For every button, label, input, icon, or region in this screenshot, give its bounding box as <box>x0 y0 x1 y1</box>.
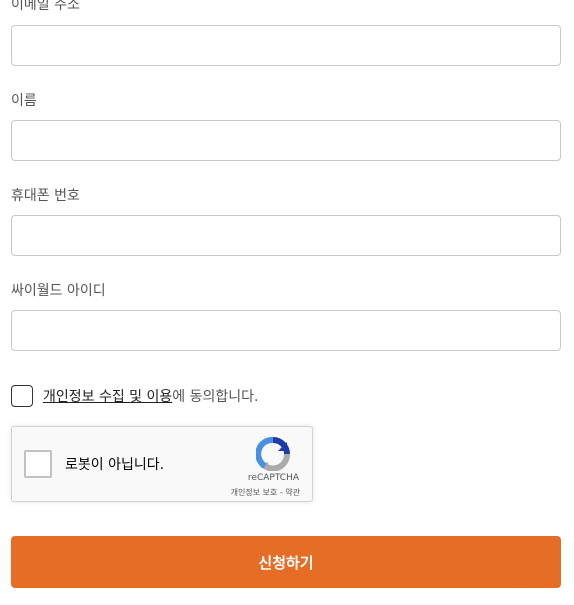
cyworld-id-input[interactable] <box>11 310 561 351</box>
recaptcha-checkbox[interactable] <box>24 450 52 478</box>
cyworld-id-label: 싸이월드 아이디 <box>11 283 106 299</box>
recaptcha-widget: 로봇이 아닙니다. reCAPTCHA 개인정보 보호 - 약관 <box>11 426 313 502</box>
phone-input[interactable] <box>11 215 561 256</box>
consent-row: 개인정보 수집 및 이용에 동의합니다. <box>11 383 258 408</box>
phone-label: 휴대폰 번호 <box>11 188 80 204</box>
consent-suffix: 에 동의합니다. <box>172 388 259 405</box>
consent-checkbox[interactable] <box>11 384 33 407</box>
recaptcha-brand: reCAPTCHA <box>247 473 299 483</box>
recaptcha-terms-link[interactable]: 약관 <box>285 488 300 497</box>
name-input[interactable] <box>11 120 561 161</box>
recaptcha-privacy-link[interactable]: 개인정보 보호 <box>231 488 278 497</box>
email-label: 이메일 주소 <box>11 0 80 13</box>
privacy-collection-link[interactable]: 개인정보 수집 및 이용 <box>43 389 172 405</box>
email-input[interactable] <box>11 25 561 66</box>
recaptcha-label: 로봇이 아닙니다. <box>65 457 165 473</box>
recaptcha-links: 개인정보 보호 - 약관 <box>231 487 300 498</box>
name-label: 이름 <box>11 93 37 109</box>
submit-button[interactable]: 신청하기 <box>11 536 561 588</box>
consent-text: 개인정보 수집 및 이용에 동의합니다. <box>43 386 258 406</box>
recaptcha-logo-icon <box>256 437 290 471</box>
signup-form: 이메일 주소 이름 휴대폰 번호 싸이월드 아이디 개인정보 수집 및 이용에 … <box>0 0 574 605</box>
